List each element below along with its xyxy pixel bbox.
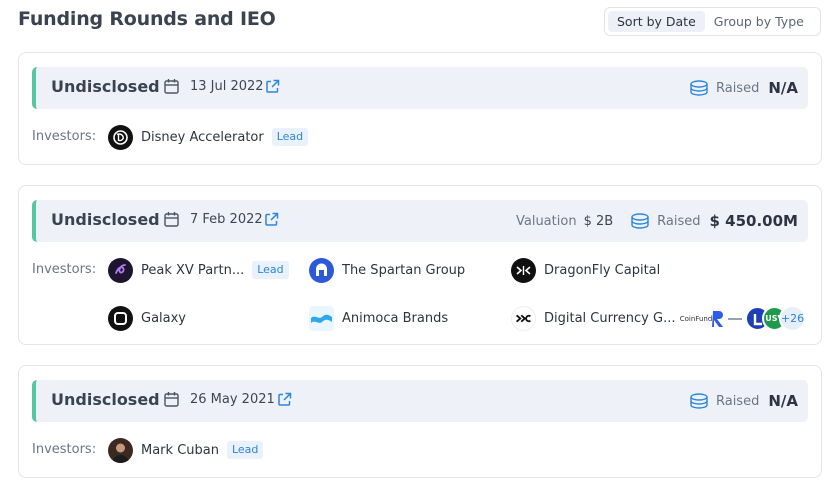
coins-icon — [631, 213, 649, 229]
investor-item[interactable]: Animoca Brands — [309, 305, 448, 331]
investors-label: Investors: — [32, 442, 97, 457]
investor-item[interactable]: Peak XV Partn... Lead — [108, 257, 289, 283]
more-investors-stack[interactable]: CoinFund USV +26 — [679, 305, 806, 332]
round-type: Undisclosed — [51, 390, 160, 409]
mark-cuban-avatar-icon — [108, 437, 133, 463]
external-link-icon[interactable] — [265, 79, 280, 94]
investor-item[interactable]: Galaxy — [108, 305, 186, 331]
investor-item[interactable]: Mark Cuban Lead — [108, 437, 264, 463]
group-by-type-button[interactable]: Group by Type — [705, 11, 813, 32]
investor-name: Disney Accelerator — [141, 129, 264, 145]
investor-item[interactable]: Digital Currency G... — [511, 305, 675, 331]
investor-name: DragonFly Capital — [544, 262, 661, 278]
round-date: 7 Feb 2022 — [190, 212, 263, 227]
round-date: 13 Jul 2022 — [190, 79, 264, 94]
galaxy-logo-icon — [108, 305, 133, 331]
raised-label: Raised — [657, 213, 701, 229]
round-type: Undisclosed — [51, 77, 160, 96]
dcg-logo-icon — [511, 305, 536, 331]
investor-item[interactable]: The Spartan Group — [309, 257, 465, 283]
external-link-icon[interactable] — [264, 212, 279, 227]
republic-logo-icon — [709, 306, 727, 331]
round-type: Undisclosed — [51, 210, 160, 229]
more-investors-count[interactable]: +26 — [779, 305, 806, 332]
round-header: Undisclosed 13 Jul 2022 Raised N/A — [32, 67, 808, 109]
round-header: Undisclosed 7 Feb 2022 Valuation $ 2B Ra… — [32, 200, 808, 242]
funding-round-card: Undisclosed 26 May 2021 Raised N/A Inves… — [18, 365, 822, 478]
investors-label: Investors: — [32, 129, 97, 144]
raised-value: N/A — [768, 79, 798, 97]
animoca-logo-icon — [309, 305, 334, 331]
raised-group: Raised N/A — [689, 380, 798, 422]
peak-xv-logo-icon — [108, 257, 133, 283]
investor-name: Mark Cuban — [141, 442, 219, 458]
calendar-icon — [164, 392, 179, 407]
funding-round-card: Undisclosed 13 Jul 2022 Raised N/A Inves… — [18, 52, 822, 165]
coinfund-logo-icon: CoinFund — [679, 314, 713, 323]
coins-icon — [690, 393, 708, 409]
calendar-icon — [164, 212, 179, 227]
raised-value: N/A — [768, 392, 798, 410]
investor-item[interactable]: Disney Accelerator Lead — [108, 124, 309, 150]
coins-icon — [690, 80, 708, 96]
raised-label: Raised — [715, 393, 760, 409]
small-logo-icon — [727, 306, 743, 331]
raised-group: Raised N/A — [689, 67, 798, 109]
round-date: 26 May 2021 — [190, 392, 275, 407]
investor-name: Animoca Brands — [342, 310, 449, 326]
raised-value: $ 450.00M — [709, 212, 798, 230]
investor-name: The Spartan Group — [342, 262, 466, 278]
valuation-label: Valuation — [515, 213, 577, 229]
raised-label: Raised — [715, 80, 760, 96]
sort-toggle: Sort by Date Group by Type — [604, 7, 821, 36]
calendar-icon — [164, 79, 179, 94]
disney-logo-icon — [108, 124, 133, 150]
funding-round-card: Undisclosed 7 Feb 2022 Valuation $ 2B Ra… — [18, 185, 822, 345]
page-title: Funding Rounds and IEO — [18, 8, 276, 30]
lead-badge: Lead — [271, 128, 309, 146]
investor-name: Peak XV Partn... — [141, 262, 245, 278]
dragonfly-logo-icon — [511, 257, 536, 283]
round-header: Undisclosed 26 May 2021 Raised N/A — [32, 380, 808, 422]
lead-badge: Lead — [226, 441, 264, 459]
lead-badge: Lead — [252, 261, 289, 279]
investor-name: Digital Currency G... — [544, 310, 676, 326]
spartan-logo-icon — [309, 257, 334, 283]
valuation-value: $ 2B — [583, 213, 614, 229]
investors-label: Investors: — [32, 262, 97, 277]
sort-by-date-button[interactable]: Sort by Date — [608, 11, 705, 32]
raised-group: Valuation $ 2B Raised $ 450.00M — [516, 200, 798, 242]
investor-item[interactable]: DragonFly Capital — [511, 257, 660, 283]
external-link-icon[interactable] — [277, 392, 292, 407]
investor-name: Galaxy — [141, 310, 187, 326]
